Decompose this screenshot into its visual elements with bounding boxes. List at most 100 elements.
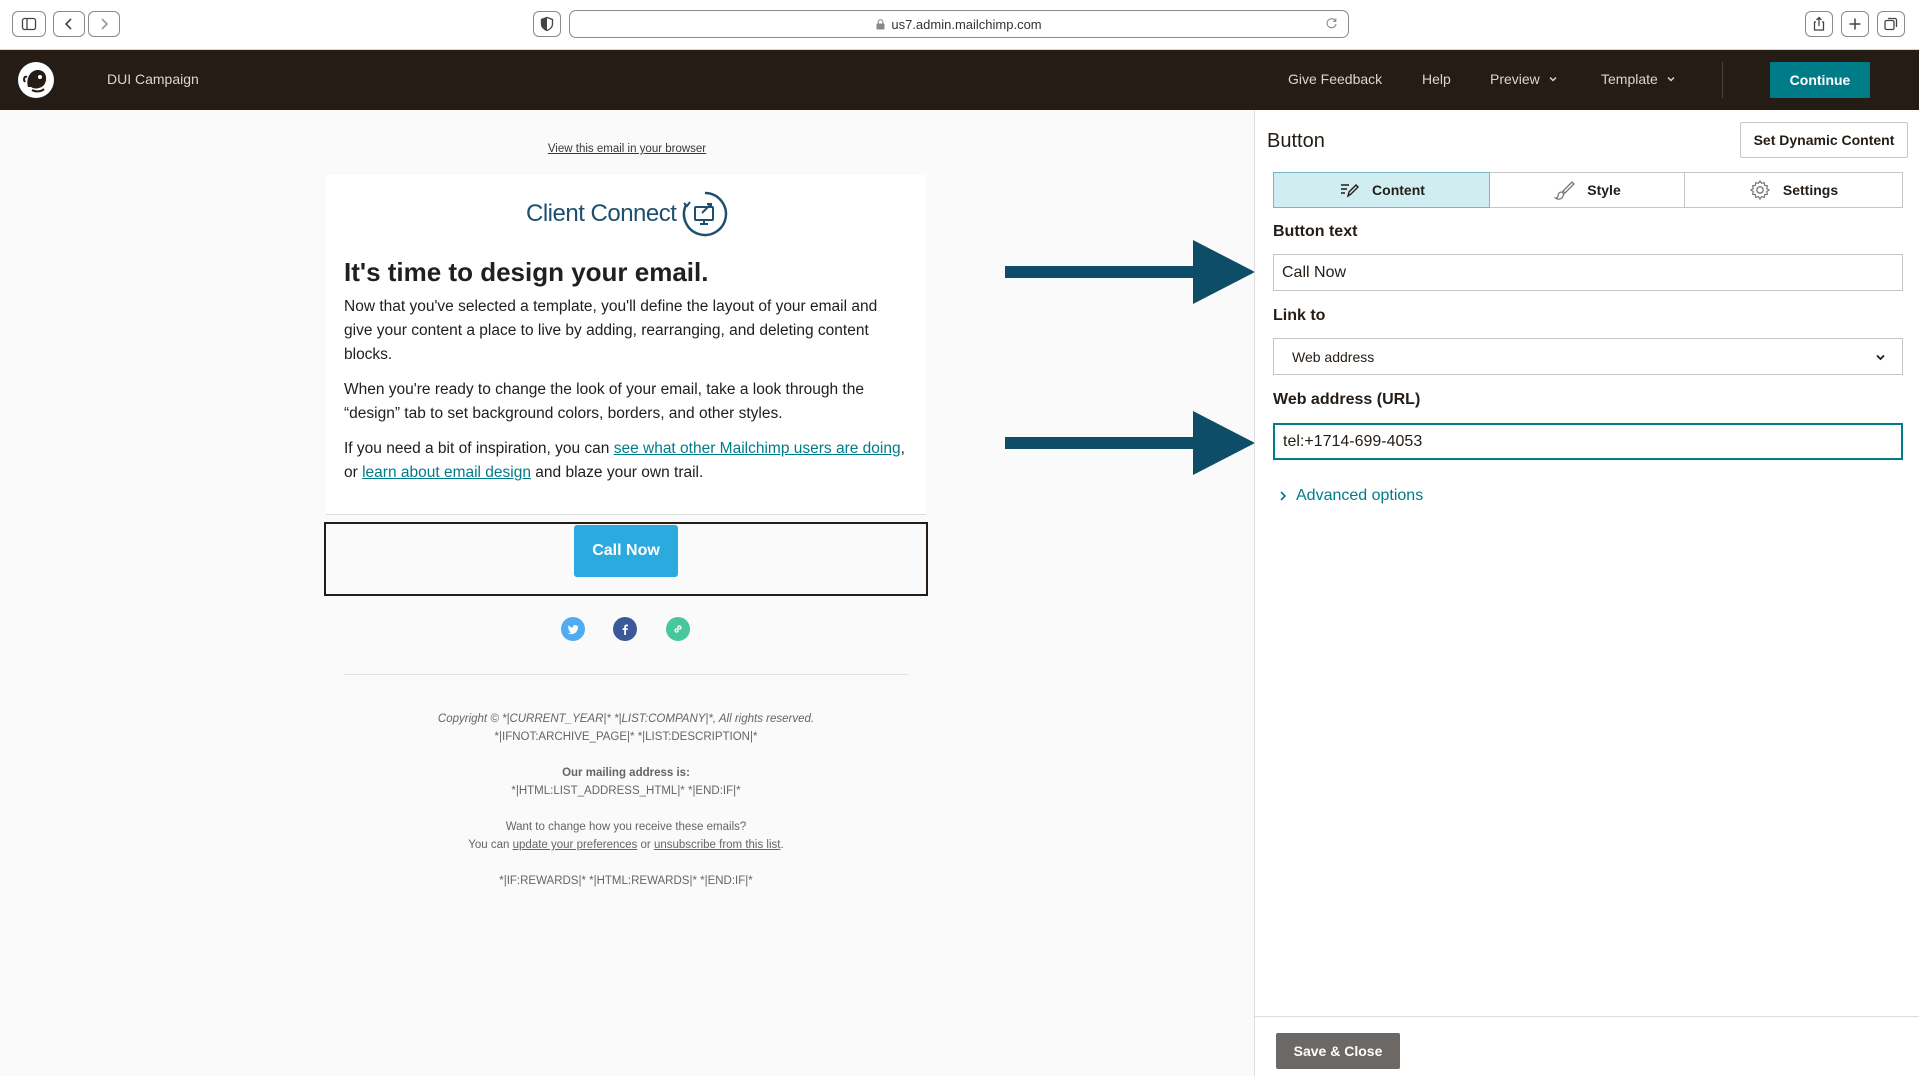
p3-text-c: and blaze your own trail. [530,464,704,481]
email-paragraph-3: If you need a bit of inspiration, you ca… [344,437,909,485]
panel-title: Button [1267,130,1325,152]
change-question: Want to change how you receive these ema… [505,821,747,833]
help-label: Help [1422,71,1451,87]
preview-menu[interactable]: Preview [1490,71,1558,87]
nav-divider [1722,62,1723,98]
continue-button[interactable]: Continue [1770,62,1870,98]
paint-brush-icon [1554,181,1576,200]
campaign-name[interactable]: DUI Campaign [107,71,199,87]
tabs-icon [1884,17,1898,31]
plus-icon [1849,18,1861,30]
help-link[interactable]: Help [1422,71,1451,87]
forward-button[interactable] [88,11,120,37]
web-address-input[interactable] [1273,423,1903,460]
new-tab-button[interactable] [1841,11,1869,37]
arrow-to-button-text [1005,240,1255,304]
panel-footer-divider [1255,1016,1919,1017]
edit-icon [1341,184,1360,198]
tab-style[interactable]: Style [1490,172,1685,208]
reload-icon[interactable] [1325,17,1338,30]
or-text: or [637,839,654,851]
call-now-button[interactable]: Call Now [574,525,678,577]
tab-settings-label: Settings [1782,182,1839,198]
client-connect-logo-icon [683,191,728,237]
url-text: us7.admin.mailchimp.com [891,16,1042,32]
email-paragraph-2: When you're ready to change the look of … [344,381,864,422]
lock-icon [876,18,885,29]
address-bar[interactable]: us7.admin.mailchimp.com [569,10,1349,38]
mailchimp-users-link[interactable]: see what other Mailchimp users are doing [614,440,901,457]
footer-copyright: Copyright © *|CURRENT_YEAR|* *|LIST:COMP… [326,710,926,746]
archive-merge-text: *|IFNOT:ARCHIVE_PAGE|* *|LIST:DESCRIPTIO… [494,731,758,743]
chevron-left-icon [64,18,72,30]
twitter-icon [567,625,578,635]
give-feedback-link[interactable]: Give Feedback [1288,71,1382,87]
you-can-text: You can [468,839,513,851]
privacy-shield-button[interactable] [533,11,561,37]
mailchimp-logo-icon[interactable] [16,60,56,100]
view-in-browser-link[interactable]: View this email in your browser [548,143,706,155]
panel-tabs: Content Style Settings [1273,172,1903,208]
link-to-select[interactable]: Web address [1273,338,1903,375]
sidebar-icon [21,17,37,31]
set-dynamic-content-button[interactable]: Set Dynamic Content [1740,122,1908,158]
sidebar-toggle-button[interactable] [12,11,46,37]
update-preferences-link[interactable]: update your preferences [513,839,638,851]
website-link[interactable] [666,617,690,641]
save-and-close-button[interactable]: Save & Close [1276,1033,1400,1069]
email-paragraph-1: Now that you've selected a template, you… [344,298,878,363]
tab-settings[interactable]: Settings [1685,172,1903,208]
footer-mailing-address: Our mailing address is: *|HTML:LIST_ADDR… [326,764,926,800]
mailing-address-value: *|HTML:LIST_ADDRESS_HTML|* *|END:IF|* [511,785,741,797]
app-header: DUI Campaign Give Feedback Help Preview … [0,50,1919,110]
footer-divider [344,674,908,675]
copyright-text: Copyright © *|CURRENT_YEAR|* *|LIST:COMP… [437,713,815,725]
browser-chrome: us7.admin.mailchimp.com [0,0,1919,50]
rewards-merge-text: *|IF:REWARDS|* *|HTML:REWARDS|* *|END:IF… [499,875,753,887]
button-text-label: Button text [1273,223,1358,240]
advanced-options-label: Advanced options [1296,487,1424,504]
selected-button-block[interactable]: Call Now [324,522,928,596]
email-heading: It's time to design your email. [344,257,709,287]
email-design-link[interactable]: learn about email design [362,464,531,481]
link-to-label: Link to [1273,307,1326,324]
chevron-down-icon [1876,354,1885,361]
preview-label: Preview [1490,71,1540,87]
period-text: . [780,839,784,851]
advanced-options-toggle[interactable]: Advanced options [1278,487,1423,505]
template-menu[interactable]: Template [1601,71,1676,87]
tab-overview-button[interactable] [1877,11,1905,37]
chevron-down-icon [1549,76,1557,82]
block-divider [326,514,926,515]
view-in-browser-row: View this email in your browser [0,139,1254,157]
email-body-block[interactable]: Client Connect It's time to design your … [326,175,926,515]
unsubscribe-link[interactable]: unsubscribe from this list [654,839,781,851]
tab-content-label: Content [1372,182,1425,198]
share-button[interactable] [1805,11,1833,37]
p3-text-a: If you need a bit of inspiration, you ca… [344,440,614,457]
button-settings-panel: Button Set Dynamic Content Content Style… [1254,110,1919,1076]
footer-preferences: Want to change how you receive these ema… [326,818,926,854]
preferences-line: You can update your preferences or unsub… [326,836,926,854]
give-feedback-label: Give Feedback [1288,71,1383,87]
brand-logo: Client Connect [526,191,728,237]
chevron-down-icon [1667,76,1675,82]
shield-icon [540,16,554,32]
facebook-share[interactable] [613,617,637,641]
link-to-value: Web address [1292,348,1375,365]
template-label: Template [1601,71,1658,87]
chevron-right-icon [101,18,109,30]
web-address-label: Web address (URL) [1273,391,1421,408]
share-icon [1813,16,1825,31]
link-icon [674,625,682,633]
back-button[interactable] [53,11,85,37]
gear-icon [1749,179,1770,201]
twitter-share[interactable] [561,617,585,641]
button-text-input[interactable] [1273,254,1903,291]
arrow-to-web-address [1005,411,1255,475]
tab-style-label: Style [1587,182,1621,198]
brand-name: Client Connect [526,200,677,227]
facebook-icon [622,624,628,635]
chevron-right-icon [1280,491,1287,501]
tab-content[interactable]: Content [1273,172,1490,208]
